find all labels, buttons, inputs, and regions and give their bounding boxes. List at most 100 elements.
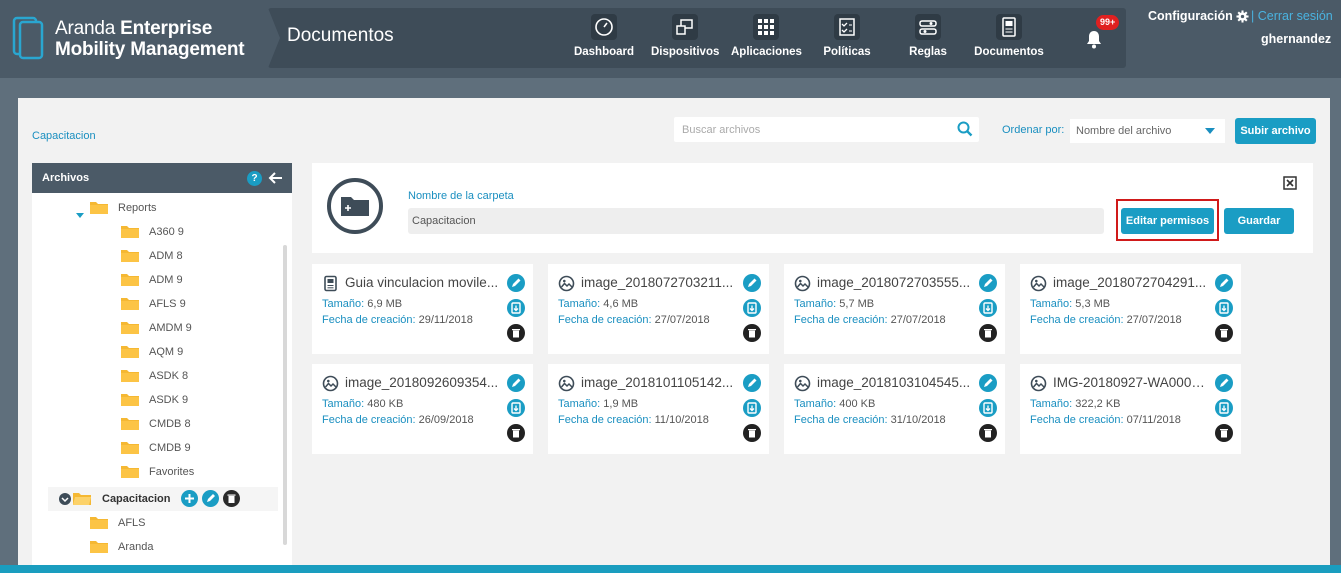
bottom-bar bbox=[0, 565, 1341, 573]
tree-item[interactable]: CMDB 9 bbox=[149, 440, 191, 456]
folder-name-input[interactable]: Capacitacion bbox=[408, 208, 1104, 234]
delete-file-button[interactable] bbox=[507, 324, 525, 342]
tree-scrollbar[interactable] bbox=[283, 245, 287, 545]
delete-file-button[interactable] bbox=[979, 324, 997, 342]
nav-dashboard[interactable]: Dashboard bbox=[573, 14, 635, 64]
tree-item[interactable]: ASDK 8 bbox=[149, 368, 188, 384]
search-icon[interactable] bbox=[957, 121, 973, 137]
download-file-button[interactable] bbox=[507, 399, 525, 417]
file-card[interactable]: image_2018103104545... Tamaño: 400 KB Fech… bbox=[784, 364, 1005, 454]
file-card[interactable]: image_2018072703211... Tamaño: 4,6 MB Fech… bbox=[548, 264, 769, 354]
username: ghernandez bbox=[1261, 32, 1332, 46]
logout-label: Cerrar sesión bbox=[1257, 9, 1333, 23]
tree-item[interactable]: Reports bbox=[118, 200, 157, 216]
file-name[interactable]: image_2018072704291... bbox=[1053, 275, 1208, 290]
edit-file-button[interactable] bbox=[979, 374, 997, 392]
download-file-button[interactable] bbox=[507, 299, 525, 317]
nav-aplicaciones[interactable]: Aplicaciones bbox=[731, 14, 802, 64]
edit-permissions-button[interactable]: Editar permisos bbox=[1121, 208, 1214, 234]
delete-file-button[interactable] bbox=[743, 324, 761, 342]
bell-icon[interactable] bbox=[1083, 28, 1105, 50]
chevron-circle-down-icon[interactable] bbox=[59, 493, 71, 505]
edit-file-button[interactable] bbox=[743, 374, 761, 392]
delete-file-button[interactable] bbox=[979, 424, 997, 442]
delete-folder-button[interactable] bbox=[223, 490, 240, 507]
file-size: Tamaño: 5,3 MB bbox=[1030, 298, 1110, 310]
nav-documentos[interactable]: Documentos bbox=[973, 14, 1045, 64]
file-date: Fecha de creación: 29/11/2018 bbox=[322, 314, 473, 326]
gear-icon[interactable] bbox=[1236, 10, 1249, 23]
file-name[interactable]: image_2018072703555... bbox=[817, 275, 972, 290]
tree-item[interactable]: Favorites bbox=[149, 464, 194, 480]
file-card[interactable]: IMG-20180927-WA0006... Tamaño: 322,2 KB Fe… bbox=[1020, 364, 1241, 454]
edit-file-button[interactable] bbox=[507, 274, 525, 292]
add-folder-button[interactable] bbox=[181, 490, 198, 507]
edit-file-button[interactable] bbox=[1215, 274, 1233, 292]
file-name[interactable]: image_2018101105142... bbox=[581, 375, 736, 390]
download-file-button[interactable] bbox=[1215, 399, 1233, 417]
file-card[interactable]: Guia vinculacion movile... Tamaño: 6,9 MB… bbox=[312, 264, 533, 354]
tree-item-capacitacion[interactable]: Capacitacion bbox=[102, 491, 170, 507]
nav-dispositivos[interactable]: Dispositivos bbox=[651, 14, 719, 64]
file-size: Tamaño: 6,9 MB bbox=[322, 298, 402, 310]
tree-item[interactable]: ADM 8 bbox=[149, 248, 183, 264]
image-icon bbox=[1030, 275, 1047, 292]
download-file-button[interactable] bbox=[979, 399, 997, 417]
caret-down-icon[interactable] bbox=[76, 213, 84, 218]
download-icon bbox=[747, 402, 757, 414]
download-file-button[interactable] bbox=[743, 299, 761, 317]
delete-file-button[interactable] bbox=[1215, 424, 1233, 442]
download-file-button[interactable] bbox=[979, 299, 997, 317]
image-icon bbox=[1030, 375, 1047, 392]
delete-file-button[interactable] bbox=[1215, 324, 1233, 342]
file-name[interactable]: IMG-20180927-WA0006... bbox=[1053, 375, 1208, 390]
tree-item[interactable]: CMDB 8 bbox=[149, 416, 191, 432]
edit-file-button[interactable] bbox=[743, 274, 761, 292]
edit-file-button[interactable] bbox=[507, 374, 525, 392]
file-card[interactable]: image_2018072703555... Tamaño: 5,7 MB Fech… bbox=[784, 264, 1005, 354]
delete-file-button[interactable] bbox=[743, 424, 761, 442]
delete-file-button[interactable] bbox=[507, 424, 525, 442]
file-size-label: Tamaño: bbox=[794, 398, 837, 410]
download-file-button[interactable] bbox=[743, 399, 761, 417]
download-file-button[interactable] bbox=[1215, 299, 1233, 317]
trash-icon bbox=[1220, 329, 1228, 338]
tree-item[interactable]: AFLS 9 bbox=[149, 296, 186, 312]
nav-reglas[interactable]: Reglas bbox=[905, 14, 951, 64]
upload-file-button[interactable]: Subir archivo bbox=[1235, 118, 1316, 144]
file-card[interactable]: image_2018101105142... Tamaño: 1,9 MB Fech… bbox=[548, 364, 769, 454]
order-select[interactable]: Nombre del archivo bbox=[1070, 119, 1225, 143]
tree-item[interactable]: ADM 9 bbox=[149, 272, 183, 288]
edit-file-button[interactable] bbox=[979, 274, 997, 292]
logo-subtitle: Mobility Management bbox=[55, 39, 245, 60]
file-name[interactable]: Guia vinculacion movile... bbox=[345, 275, 500, 290]
nav-reglas-label: Reglas bbox=[909, 46, 947, 58]
tree-item[interactable]: AQM 9 bbox=[149, 344, 183, 360]
save-button[interactable]: Guardar bbox=[1224, 208, 1294, 234]
tree-item[interactable]: AMDM 9 bbox=[149, 320, 192, 336]
file-name[interactable]: image_2018092609354... bbox=[345, 375, 500, 390]
tree-item[interactable]: AFLS bbox=[118, 515, 146, 531]
logout-link[interactable]: | Cerrar sesión bbox=[1251, 9, 1333, 23]
tree-item[interactable]: ASDK 9 bbox=[149, 392, 188, 408]
close-icon[interactable] bbox=[1283, 176, 1297, 190]
file-name[interactable]: image_2018072703211... bbox=[581, 275, 736, 290]
tree-item[interactable]: A360 9 bbox=[149, 224, 184, 240]
config-link[interactable]: Configuración bbox=[1148, 9, 1233, 23]
folder-icon bbox=[121, 274, 139, 286]
help-icon[interactable]: ? bbox=[247, 171, 262, 186]
search-input[interactable] bbox=[674, 117, 944, 142]
file-card[interactable]: image_2018092609354... Tamaño: 480 KB Fech… bbox=[312, 364, 533, 454]
edit-file-button[interactable] bbox=[1215, 374, 1233, 392]
tree-item[interactable]: Aranda bbox=[118, 539, 153, 555]
file-size: Tamaño: 1,9 MB bbox=[558, 398, 638, 410]
breadcrumb[interactable]: Capacitacion bbox=[32, 130, 96, 142]
file-card[interactable]: image_2018072704291... Tamaño: 5,3 MB Fech… bbox=[1020, 264, 1241, 354]
file-date-label: Fecha de creación: bbox=[794, 414, 888, 426]
file-name[interactable]: image_2018103104545... bbox=[817, 375, 972, 390]
nav-politicas[interactable]: Políticas bbox=[820, 14, 874, 64]
file-size-label: Tamaño: bbox=[558, 298, 601, 310]
edit-folder-button[interactable] bbox=[202, 490, 219, 507]
arrow-left-icon[interactable] bbox=[268, 170, 284, 186]
file-size-value: 5,3 MB bbox=[1075, 298, 1111, 310]
